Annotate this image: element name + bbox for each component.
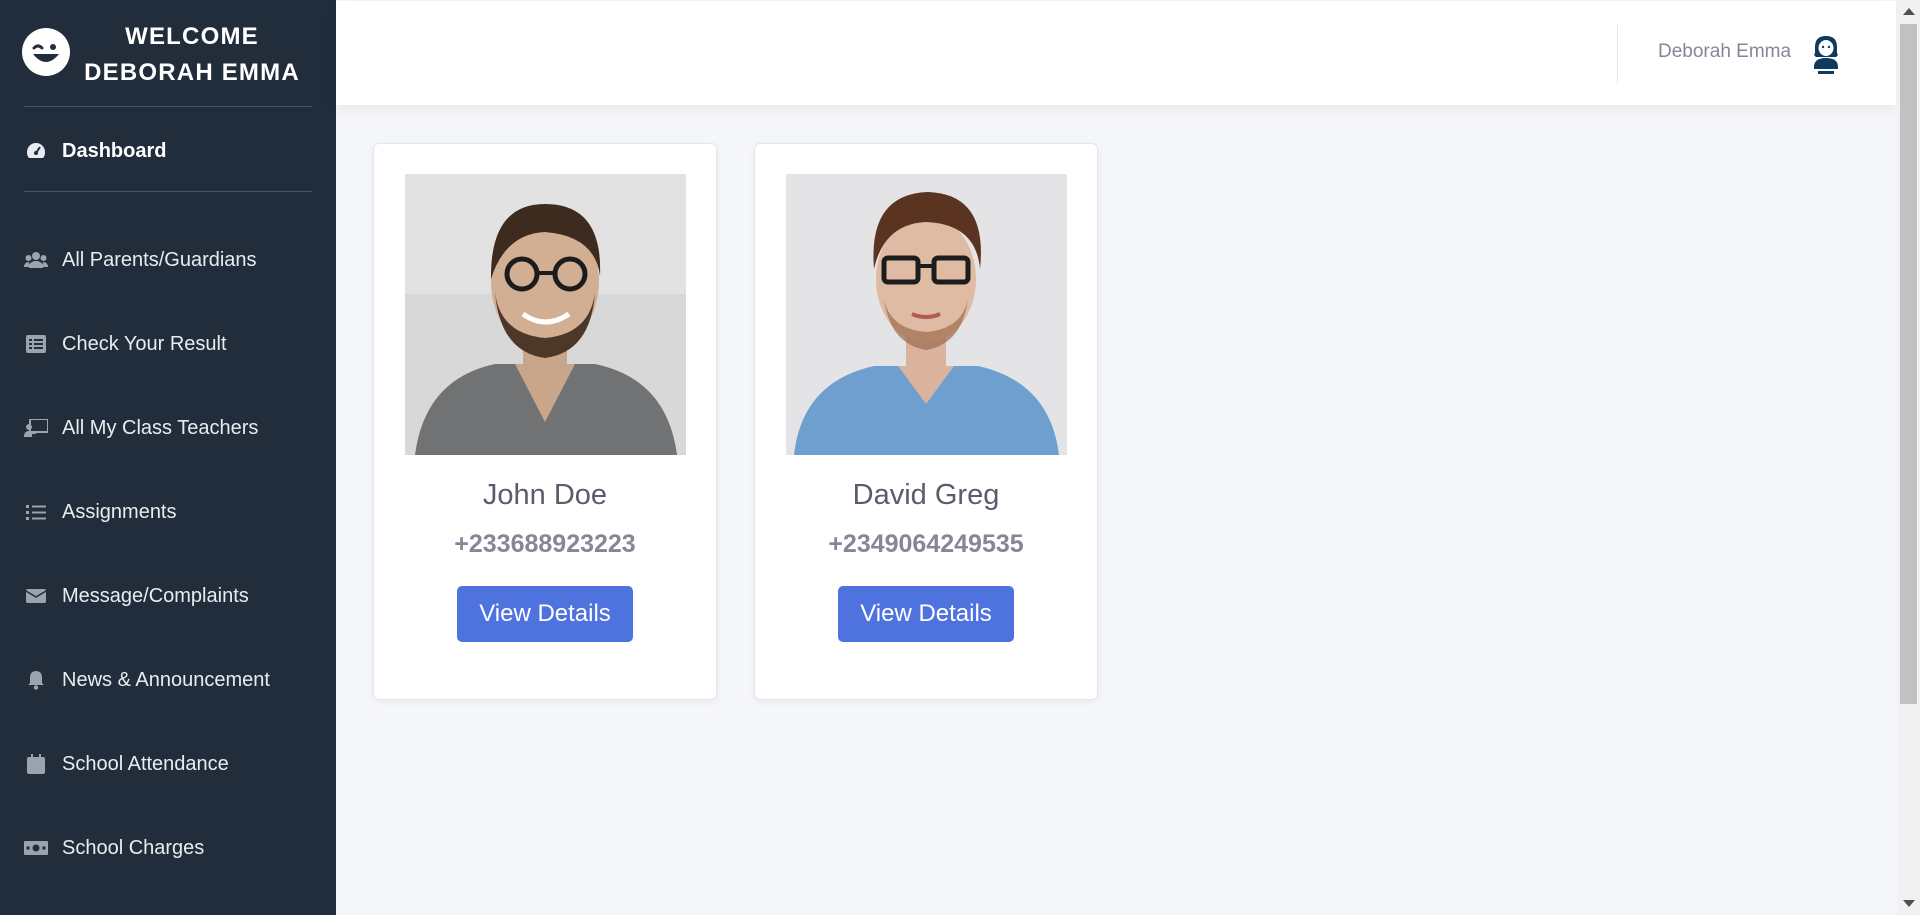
sidebar-item-label: Dashboard [62,139,167,162]
welcome-line: WELCOME [125,23,259,50]
topbar-divider [1617,25,1618,83]
sidebar-item-charges[interactable]: School Charges [0,818,336,878]
chalkboard-teacher-icon [24,418,48,438]
sidebar-item-results[interactable]: Check Your Result [0,314,336,374]
sidebar-brand[interactable]: WELCOME DEBORAH EMMA [0,0,336,106]
calendar-icon [24,754,48,774]
guardian-card: David Greg +2349064249535 View Details [754,143,1098,700]
guardian-card: John Doe +233688923223 View Details [373,143,717,700]
sidebar-item-label: School Charges [62,836,205,859]
sidebar-item-label: Assignments [62,500,177,523]
sidebar-item-label: School Attendance [62,752,229,775]
sidebar-item-attendance[interactable]: School Attendance [0,734,336,794]
sidebar: WELCOME DEBORAH EMMA Dashboard All Paren… [0,0,336,915]
topbar: Deborah Emma [336,1,1896,105]
scrollbar-thumb[interactable] [1900,24,1917,704]
bell-icon [24,670,48,690]
sidebar-item-label: Check Your Result [62,332,227,355]
guardian-name: David Greg [852,479,1000,511]
welcome-text: WELCOME DEBORAH EMMA [80,19,304,91]
sidebar-divider [24,106,312,107]
view-details-button[interactable]: View Details [457,586,633,642]
guardian-photo [786,174,1067,455]
tachometer-icon [24,141,48,161]
page-scrollbar[interactable] [1897,0,1920,915]
sidebar-item-news[interactable]: News & Announcement [0,650,336,710]
wink-face-icon [22,28,70,76]
list-icon [24,502,48,522]
user-name-line: DEBORAH EMMA [84,59,300,86]
sidebar-item-label: All My Class Teachers [62,416,259,439]
sidebar-item-dashboard[interactable]: Dashboard [0,121,336,181]
scroll-up-icon[interactable] [1903,8,1915,15]
sidebar-item-class-teachers[interactable]: All My Class Teachers [0,398,336,458]
guardian-phone: +2349064249535 [828,530,1024,558]
sidebar-item-messages[interactable]: Message/Complaints [0,566,336,626]
sidebar-divider [24,191,312,192]
guardian-photo [405,174,686,455]
sidebar-item-parents[interactable]: All Parents/Guardians [0,230,336,290]
users-icon [24,250,48,270]
envelope-icon [24,586,48,606]
view-details-button[interactable]: View Details [838,586,1014,642]
sidebar-item-label: Message/Complaints [62,584,249,607]
list-alt-icon [24,334,48,354]
admin-avatar-icon[interactable] [1808,33,1844,77]
sidebar-item-assignments[interactable]: Assignments [0,482,336,542]
money-bill-icon [24,838,48,858]
scroll-down-icon[interactable] [1903,900,1915,907]
sidebar-item-label: All Parents/Guardians [62,248,257,271]
guardian-phone: +233688923223 [454,530,636,558]
sidebar-item-label: News & Announcement [62,668,270,691]
user-name[interactable]: Deborah Emma [1658,41,1791,63]
guardian-name: John Doe [482,479,608,511]
